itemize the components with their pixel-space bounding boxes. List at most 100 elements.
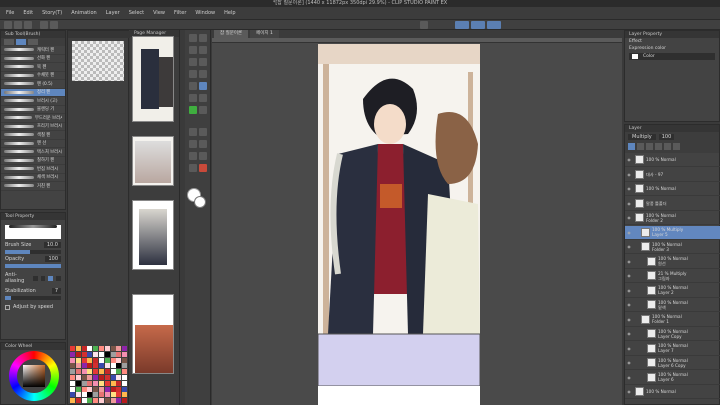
brush-item[interactable]: 수채붓 펜 [1,72,65,80]
airbrush-icon[interactable] [189,94,197,102]
color-swatch[interactable] [104,369,110,375]
color-swatch[interactable] [87,380,93,386]
menu-select[interactable]: Select [129,10,144,16]
color-swatch[interactable] [81,346,87,351]
layer-row[interactable]: ◉ 100 % Normal Layer 6 Copy [625,356,720,370]
color-swatch[interactable] [110,375,116,380]
color-swatch[interactable] [104,398,110,404]
color-swatch[interactable] [75,392,81,398]
color-swatch[interactable] [93,380,99,386]
brush-item[interactable]: 칠하기 펜 [1,157,65,165]
color-swatch[interactable] [70,346,75,351]
snap-perspective-icon[interactable] [487,21,501,29]
layer-row[interactable]: ◉ 말풍 틀폴더 [625,197,720,211]
snap-grid-icon[interactable] [471,21,485,29]
color-swatch[interactable] [110,380,116,386]
color-swatch[interactable] [116,363,122,369]
zoom-tool-icon[interactable] [189,34,197,42]
color-swatch[interactable] [93,386,99,392]
color-swatch[interactable] [87,357,93,363]
color-swatch[interactable] [93,392,99,398]
color-swatch[interactable] [116,351,122,357]
snap-special-ruler-icon[interactable] [455,21,469,29]
eye-icon[interactable]: ◉ [625,154,633,166]
color-swatch[interactable] [110,351,116,357]
layer-row[interactable]: ◉ 100 % Multiply Layer 5 [625,225,720,240]
color-swatch[interactable] [122,398,128,404]
page-thumb-4[interactable] [132,294,174,374]
color-swatch[interactable] [75,363,81,369]
operation-tool-icon[interactable] [189,46,197,54]
color-swatch[interactable] [75,375,81,380]
layer-row[interactable]: ◉ 100 % Normal 원선 [625,255,720,269]
eraser-icon[interactable] [189,106,197,114]
color-swatch[interactable] [70,386,75,392]
brush-size-slider[interactable] [5,250,61,254]
color-swatch[interactable] [93,398,99,404]
sub-color-icon[interactable] [194,196,206,208]
eye-icon[interactable]: ◉ [625,328,633,340]
color-swatch[interactable] [70,375,75,380]
eye-icon[interactable]: ◉ [625,168,633,180]
brush-item[interactable]: 선화 펜 [1,55,65,63]
frame-border-icon[interactable] [199,140,207,148]
color-swatch[interactable] [87,363,93,369]
color-swatch[interactable] [104,392,110,398]
color-swatch[interactable] [116,357,122,363]
menu-help[interactable]: Help [224,10,235,16]
color-swatch[interactable] [87,346,93,351]
new-raster-layer-icon[interactable] [628,143,635,150]
color-swatch[interactable] [110,357,116,363]
color-swatch[interactable] [75,380,81,386]
color-swatch[interactable] [116,380,122,386]
color-swatch[interactable] [110,392,116,398]
color-swatch[interactable] [93,375,99,380]
clip-layer-icon[interactable] [655,143,662,150]
color-swatch[interactable] [122,380,128,386]
brush-item[interactable]: 펜 (0.5) [1,80,65,89]
snap-ruler-icon[interactable] [420,21,428,29]
color-swatch[interactable] [122,386,128,392]
color-swatch[interactable] [122,375,128,380]
fill-icon[interactable] [189,128,197,136]
color-swatch[interactable] [116,369,122,375]
eye-icon[interactable]: ◉ [625,183,633,195]
stabilization-value[interactable]: 7 [51,288,61,294]
new-folder-icon[interactable] [646,143,653,150]
brush-item[interactable]: 색칠 펜 [1,131,65,140]
pencil-icon[interactable] [189,82,197,90]
layer-row[interactable]: ◉ 100 % Normal Folder 2 [625,211,720,225]
color-swatch[interactable] [99,398,104,404]
color-swatch[interactable] [75,357,81,363]
color-swatch[interactable] [81,369,87,375]
eye-icon[interactable]: ◉ [625,342,633,354]
pencil-tab-icon[interactable] [28,39,38,45]
eye-icon[interactable]: ◉ [625,270,633,282]
eye-icon[interactable]: ◉ [625,313,633,325]
menu-story[interactable]: Story(T) [42,10,62,16]
color-swatch[interactable] [75,398,81,404]
menu-layer[interactable]: Layer [106,10,120,16]
color-swatch[interactable] [87,369,93,375]
color-swatch[interactable] [104,363,110,369]
color-swatch[interactable] [99,380,104,386]
color-swatch[interactable] [70,369,75,375]
lock-layer-icon[interactable] [664,143,671,150]
hue-ring[interactable] [9,351,59,401]
eyedropper-icon[interactable] [189,70,197,78]
color-swatch[interactable] [110,363,116,369]
color-swatch[interactable] [87,375,93,380]
color-swatch[interactable] [81,357,87,363]
page-thumb-1[interactable] [132,36,174,122]
color-swatch[interactable] [99,351,104,357]
color-swatch[interactable] [93,369,99,375]
move-tool-icon[interactable] [199,34,207,42]
color-swatch[interactable] [81,380,87,386]
layer-row[interactable]: ◉ 100 % Normal Folder 3 [625,240,720,254]
opacity-slider[interactable] [5,264,61,268]
aa-strong-icon[interactable] [56,275,61,281]
pen-icon[interactable] [199,70,207,78]
color-swatch[interactable] [70,380,75,386]
eye-icon[interactable]: ◉ [625,284,633,296]
brush-item[interactable]: 블렌딩 기 [1,106,65,114]
